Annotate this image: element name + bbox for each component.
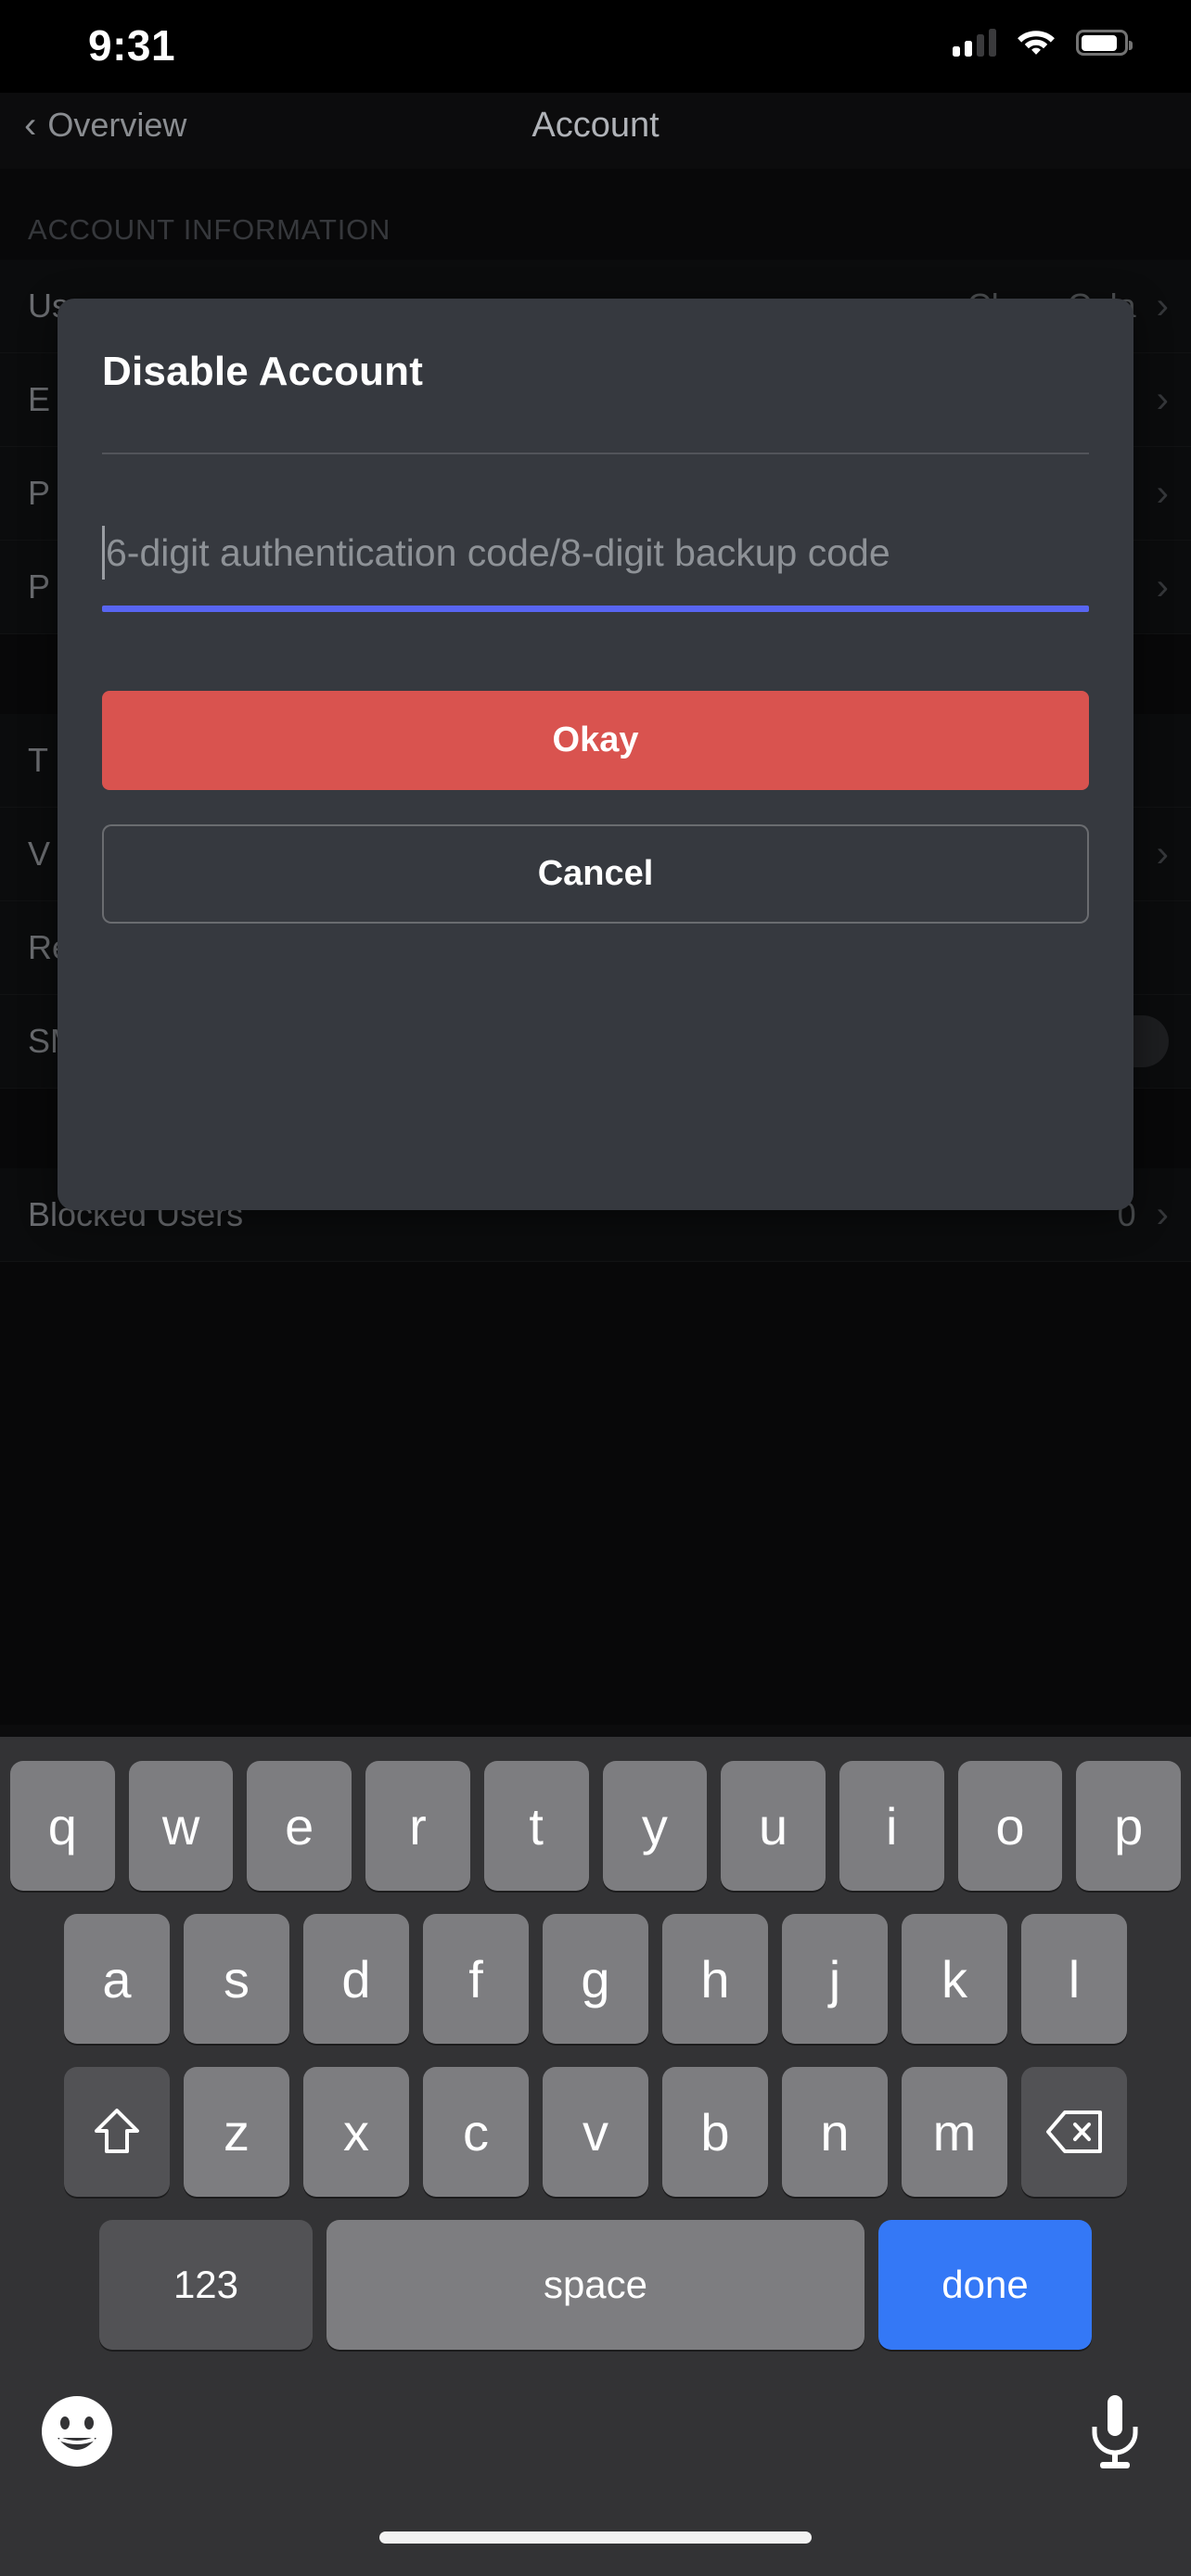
- status-indicators: [953, 26, 1133, 59]
- key-y[interactable]: y: [602, 1761, 708, 1891]
- key-c[interactable]: c: [423, 2067, 529, 2197]
- key-h[interactable]: h: [662, 1914, 768, 2044]
- smiley-face-icon: [42, 2396, 112, 2467]
- key-v[interactable]: v: [543, 2067, 648, 2197]
- key-a[interactable]: a: [64, 1914, 170, 2044]
- navigation-bar: ‹ Overview Account: [0, 93, 1191, 169]
- key-k[interactable]: k: [902, 1914, 1007, 2044]
- backspace-key[interactable]: [1021, 2067, 1127, 2197]
- wifi-icon: [1017, 26, 1056, 59]
- key-d[interactable]: d: [303, 1914, 409, 2044]
- shift-arrow-icon: [92, 2105, 142, 2159]
- key-g[interactable]: g: [543, 1914, 648, 2044]
- status-time: 9:31: [88, 21, 176, 70]
- keyboard-bottom-bar: [0, 2377, 1191, 2576]
- home-indicator: [379, 2531, 812, 2544]
- key-w[interactable]: w: [128, 1761, 234, 1891]
- numbers-key[interactable]: 123: [99, 2220, 313, 2350]
- input-focus-underline: [102, 606, 1089, 612]
- done-key[interactable]: done: [878, 2220, 1092, 2350]
- key-f[interactable]: f: [423, 1914, 529, 2044]
- dialog-title: Disable Account: [102, 349, 424, 394]
- microphone-icon: [1092, 2395, 1138, 2468]
- okay-button[interactable]: Okay: [102, 691, 1089, 790]
- microphone-button[interactable]: [1085, 2391, 1145, 2471]
- keyboard-row-2: a s d f g h j k l: [0, 1914, 1191, 2044]
- emoji-button[interactable]: [39, 2393, 115, 2469]
- page-title: Account: [531, 106, 660, 145]
- key-l[interactable]: l: [1021, 1914, 1127, 2044]
- key-j[interactable]: j: [782, 1914, 888, 2044]
- key-x[interactable]: x: [303, 2067, 409, 2197]
- key-e[interactable]: e: [247, 1761, 352, 1891]
- key-o[interactable]: o: [957, 1761, 1063, 1891]
- backspace-icon: [1044, 2109, 1104, 2155]
- key-p[interactable]: p: [1076, 1761, 1182, 1891]
- on-screen-keyboard: q w e r t y u i o p a s d f g h j k l z …: [0, 1737, 1191, 2576]
- key-z[interactable]: z: [184, 2067, 289, 2197]
- cancel-button[interactable]: Cancel: [102, 824, 1089, 924]
- shift-key[interactable]: [64, 2067, 170, 2197]
- keyboard-row-4: 123 space done: [0, 2220, 1191, 2350]
- keyboard-row-1: q w e r t y u i o p: [0, 1761, 1191, 1891]
- dialog-divider: [102, 453, 1089, 454]
- key-r[interactable]: r: [365, 1761, 470, 1891]
- auth-code-placeholder: 6-digit authentication code/8-digit back…: [106, 530, 890, 574]
- key-b[interactable]: b: [662, 2067, 768, 2197]
- key-u[interactable]: u: [721, 1761, 826, 1891]
- status-bar: 9:31: [0, 0, 1191, 93]
- cellular-signal-icon: [953, 29, 996, 57]
- key-m[interactable]: m: [902, 2067, 1007, 2197]
- key-t[interactable]: t: [483, 1761, 589, 1891]
- auth-code-input[interactable]: 6-digit authentication code/8-digit back…: [102, 508, 1089, 597]
- key-i[interactable]: i: [839, 1761, 944, 1891]
- battery-icon: [1076, 30, 1133, 56]
- space-key[interactable]: space: [327, 2220, 864, 2350]
- disable-account-dialog: Disable Account 6-digit authentication c…: [58, 299, 1133, 1210]
- keyboard-row-3: z x c v b n m: [0, 2067, 1191, 2197]
- key-q[interactable]: q: [9, 1761, 115, 1891]
- key-n[interactable]: n: [782, 2067, 888, 2197]
- key-s[interactable]: s: [184, 1914, 289, 2044]
- text-caret: [102, 526, 105, 580]
